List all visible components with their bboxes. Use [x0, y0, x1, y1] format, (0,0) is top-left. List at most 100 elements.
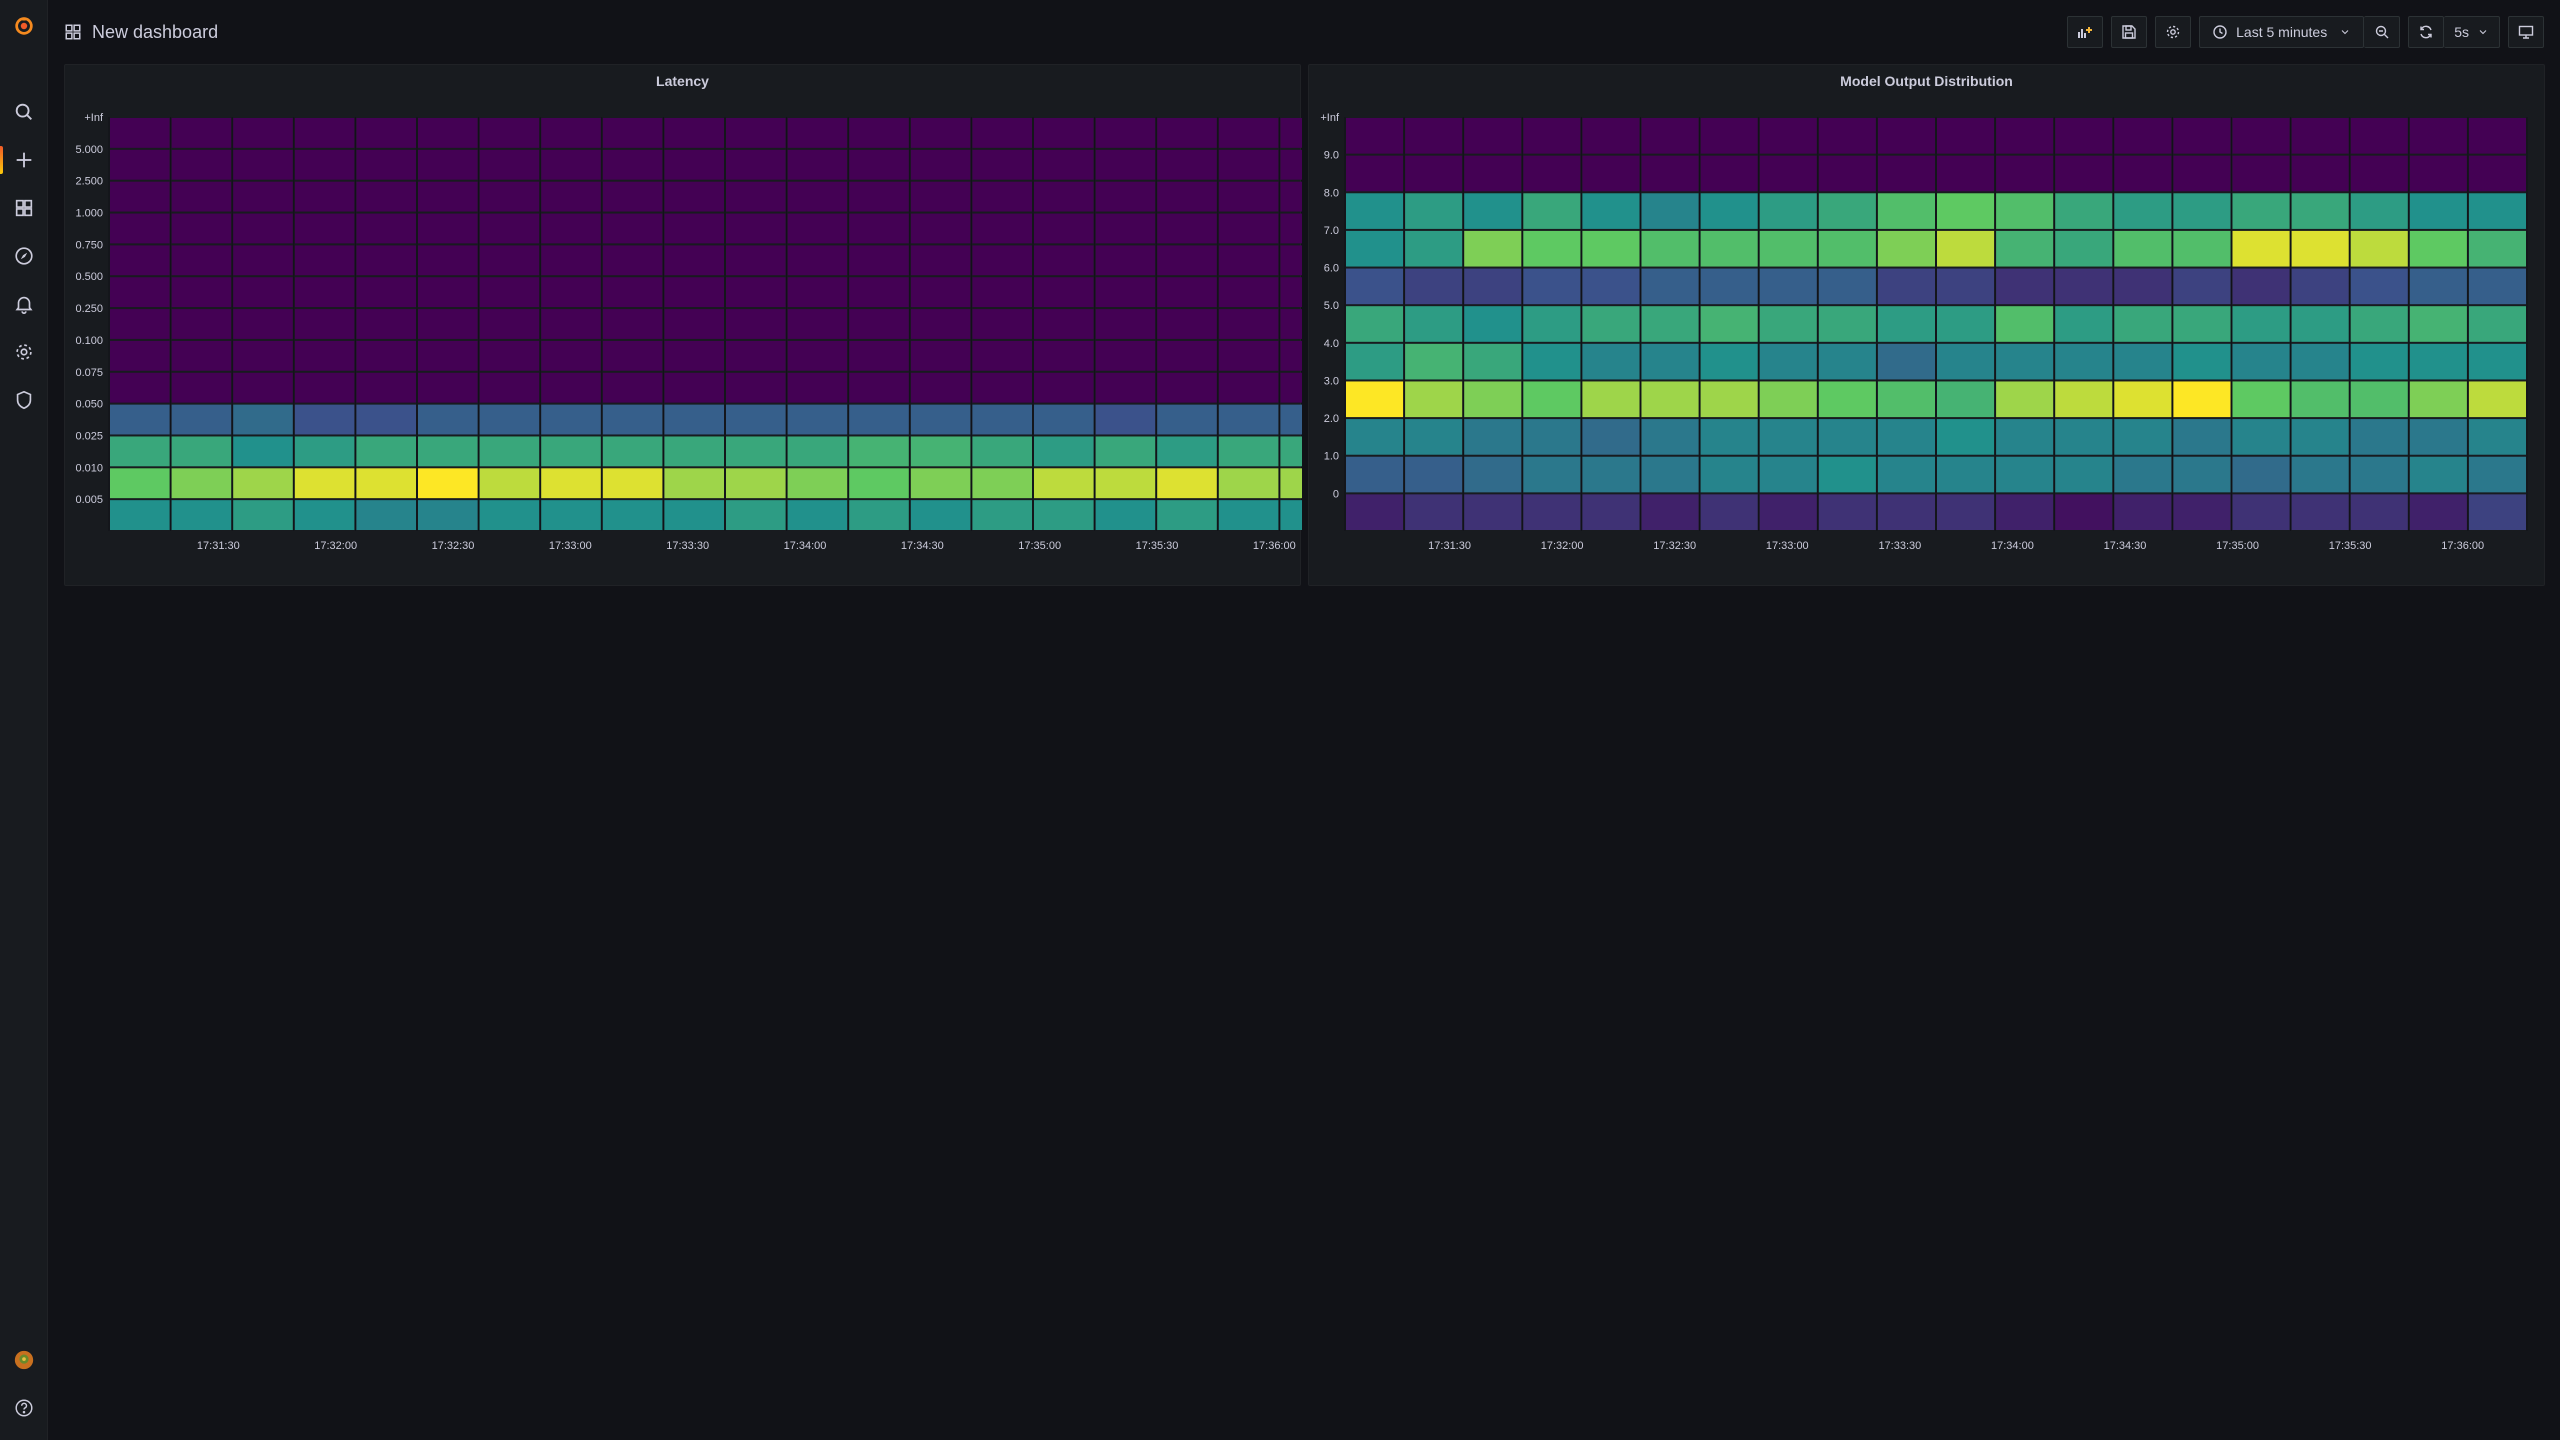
heatmap-cell: [602, 372, 663, 403]
heatmap-cell: [356, 277, 416, 308]
heatmap-cell: [1641, 306, 1699, 342]
explore-compass-icon[interactable]: [0, 236, 48, 276]
heatmap-cell: [1405, 306, 1463, 342]
y-tick-label: 0.010: [75, 462, 103, 474]
heatmap-cell: [2173, 193, 2231, 229]
heatmap-cell: [2468, 118, 2526, 154]
shield-icon[interactable]: [0, 380, 48, 420]
time-picker-button[interactable]: Last 5 minutes: [2199, 16, 2365, 48]
chevron-down-icon: [2341, 30, 2349, 35]
heatmap-cell: [1095, 213, 1156, 244]
heatmap-cell: [787, 277, 848, 308]
heatmap-cell: [726, 181, 786, 212]
heatmap-cell: [1877, 155, 1935, 192]
heatmap-cell: [541, 245, 601, 276]
heatmap-cell: [2291, 456, 2349, 493]
heatmap-cell: [787, 468, 848, 499]
heatmap-cell: [110, 468, 170, 499]
heatmap-cell: [726, 118, 786, 148]
dashboards-icon[interactable]: [0, 188, 48, 228]
panel-title[interactable]: Latency: [65, 65, 1300, 97]
heatmap-cell: [664, 245, 724, 276]
refresh-picker-group: 5s: [2408, 16, 2500, 48]
heatmap-cell: [1346, 155, 1404, 192]
help-icon[interactable]: [0, 1388, 48, 1428]
heatmap-cell: [2409, 456, 2467, 493]
y-tick-label: +Inf: [84, 112, 104, 124]
heatmap-cell: [2409, 494, 2467, 530]
refresh-interval-select[interactable]: 5s: [2444, 16, 2500, 48]
add-panel-button[interactable]: [2067, 16, 2104, 48]
gear-icon[interactable]: [0, 332, 48, 372]
heatmap-cell: [1759, 306, 1817, 342]
heatmap-cell: [1157, 245, 1217, 276]
heatmap-cell: [2350, 381, 2408, 418]
heatmap-cell: [1034, 149, 1094, 180]
panel-title[interactable]: Model Output Distribution: [1309, 65, 2544, 97]
save-dashboard-button[interactable]: [2111, 16, 2148, 48]
user-avatar[interactable]: [0, 1340, 48, 1380]
heatmap-cell: [849, 277, 909, 308]
heatmap-cell: [171, 181, 232, 212]
clock-icon: [2213, 25, 2227, 39]
refresh-button[interactable]: [2408, 16, 2445, 48]
heatmap-cell: [1996, 343, 2054, 380]
heatmap-cell: [1641, 118, 1699, 154]
heatmap-cell: [972, 277, 1032, 308]
heatmap-cell: [1157, 340, 1217, 371]
heatmap-cell: [726, 149, 786, 180]
heatmap-cell: [294, 118, 355, 148]
heatmap-cell: [602, 118, 663, 148]
heatmap-cell: [1095, 149, 1156, 180]
heatmap-cell: [110, 181, 170, 212]
dashboard-title-link[interactable]: New dashboard: [64, 22, 218, 43]
heatmap-cell: [171, 468, 232, 499]
heatmap-cell: [110, 340, 170, 371]
heatmap-cell: [1700, 230, 1758, 267]
heatmap-cell: [2291, 155, 2349, 192]
y-tick-label: 0.100: [75, 335, 103, 347]
heatmap-cell: [2468, 268, 2526, 305]
heatmap-cell: [294, 404, 355, 435]
heatmap-cell: [2114, 343, 2172, 380]
heatmap-cell: [1700, 343, 1758, 380]
view-mode-button[interactable]: [2508, 16, 2544, 48]
heatmap-cell: [1523, 193, 1581, 229]
zoom-out-button[interactable]: [2364, 16, 2401, 48]
heatmap-cell: [664, 500, 724, 530]
heatmap-cell: [664, 468, 724, 499]
heatmap-cell: [787, 245, 848, 276]
heatmap-cell: [294, 309, 355, 339]
heatmap-cell: [1464, 343, 1522, 380]
y-tick-label: 7.0: [1324, 225, 1339, 237]
heatmap-cell: [2232, 419, 2290, 455]
heatmap-cell: [910, 404, 971, 435]
heatmap-cell: [849, 213, 909, 244]
heatmap-cell: [1818, 381, 1876, 418]
y-tick-label: 5.0: [1324, 300, 1339, 312]
heatmap-cell: [1034, 468, 1094, 499]
heatmap-cell: [726, 309, 786, 339]
heatmap-cell: [1405, 343, 1463, 380]
heatmap-cell: [1218, 213, 1279, 244]
alerting-bell-icon[interactable]: [0, 284, 48, 324]
heatmap-cell: [1582, 494, 1640, 530]
search-icon[interactable]: [0, 92, 48, 132]
heatmap-cell: [972, 468, 1032, 499]
heatmap-cell: [1280, 372, 1302, 403]
heatmap-cell: [849, 340, 909, 371]
y-tick-label: 0.250: [75, 303, 103, 315]
heatmap-cell: [2114, 494, 2172, 530]
heatmap-cell: [726, 213, 786, 244]
heatmap-cell: [1095, 181, 1156, 212]
y-tick-label: 4.0: [1324, 338, 1339, 350]
heatmap-cell: [110, 149, 170, 180]
heatmap-cell: [541, 181, 601, 212]
heatmap-cell: [1582, 456, 1640, 493]
heatmap-cell: [1346, 230, 1404, 267]
heatmap-cell: [1034, 277, 1094, 308]
dashboard-settings-button[interactable]: [2155, 16, 2192, 48]
grafana-logo-icon[interactable]: [0, 6, 48, 46]
heatmap-cell: [1034, 372, 1094, 403]
plus-icon[interactable]: [0, 140, 48, 180]
